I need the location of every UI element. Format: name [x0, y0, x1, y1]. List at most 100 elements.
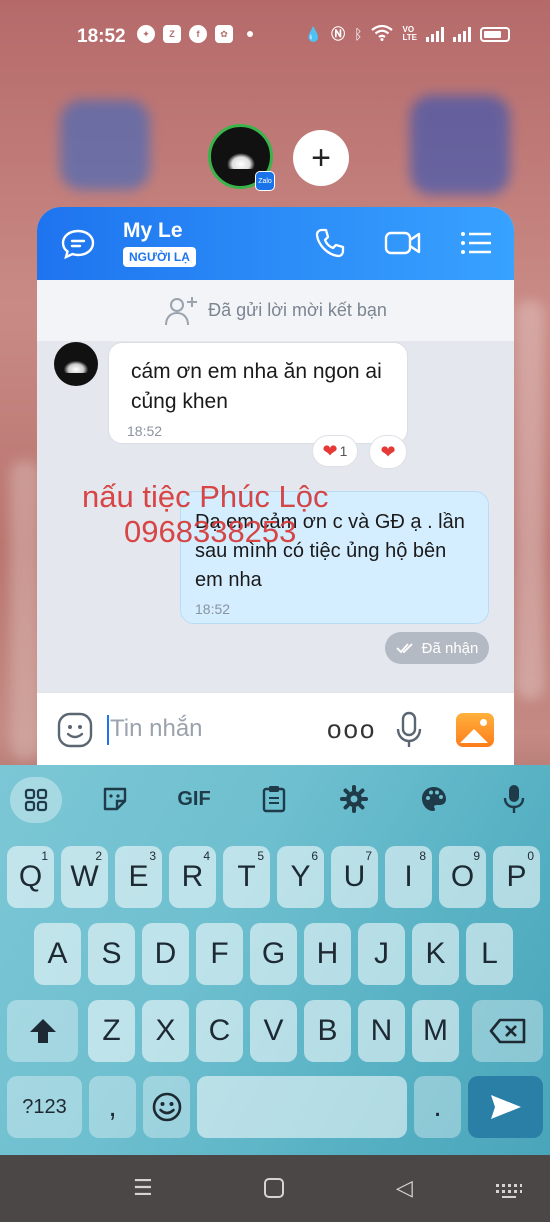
gif-button[interactable]: GIF	[172, 777, 216, 821]
photos-icon: ✿	[215, 25, 233, 43]
key-number-hint: 1	[41, 849, 48, 863]
key-number-hint: 7	[365, 849, 372, 863]
zalo-badge-icon: Zalo	[255, 171, 275, 191]
blurred-background-panel	[515, 300, 545, 700]
back-icon[interactable]: ◁	[396, 1175, 413, 1201]
key-x[interactable]: X	[142, 1000, 189, 1062]
key-r[interactable]: R4	[169, 846, 216, 908]
watermark-line: nấu tiệc Phúc Lộc	[82, 479, 329, 514]
more-options-icon[interactable]: ooo	[327, 716, 376, 742]
apps-grid-icon[interactable]	[10, 777, 62, 823]
keyboard: GIF Q1W2E3R4T5Y6U7I8O9P0 ASDFGHJKL ZXCVB…	[0, 765, 550, 1155]
key-y[interactable]: Y6	[277, 846, 324, 908]
key-label: R	[181, 860, 204, 893]
key-u[interactable]: U7	[331, 846, 378, 908]
key-w[interactable]: W2	[61, 846, 108, 908]
home-icon[interactable]	[263, 1177, 285, 1205]
keyboard-row-1: Q1W2E3R4T5Y6U7I8O9P0	[0, 846, 550, 908]
status-bar: 18:52 ✦ Z f ✿ 💧 Ⓝ ᛒ VO LTE	[0, 0, 550, 72]
key-e[interactable]: E3	[115, 846, 162, 908]
key-label: Y	[290, 860, 311, 893]
backspace-key[interactable]	[472, 1000, 543, 1062]
reaction-count[interactable]: ❤ 1	[312, 435, 358, 467]
reaction-count-label: 1	[339, 443, 348, 459]
space-bar[interactable]	[197, 1076, 407, 1138]
message-time: 18:52	[195, 601, 231, 617]
signal-icon	[426, 26, 444, 42]
key-label: P	[506, 860, 527, 893]
key-g[interactable]: G	[250, 923, 297, 985]
keyboard-row-3: ZXCVBNM	[0, 1000, 550, 1062]
key-number-hint: 8	[419, 849, 426, 863]
key-a[interactable]: A	[34, 923, 81, 985]
key-m[interactable]: M	[412, 1000, 459, 1062]
keyboard-row-4: ?123 , .	[0, 1076, 550, 1138]
chat-header: My Le NGƯỜI LẠ	[37, 207, 514, 280]
period-key[interactable]: .	[414, 1076, 461, 1138]
react-button[interactable]: ❤	[369, 435, 407, 469]
comma-key[interactable]: ,	[89, 1076, 136, 1138]
gallery-icon[interactable]	[456, 713, 494, 747]
key-b[interactable]: B	[304, 1000, 351, 1062]
data-saver-icon: 💧	[304, 25, 323, 42]
key-v[interactable]: V	[250, 1000, 297, 1062]
text-cursor	[107, 715, 109, 745]
notification-icons: ✦ Z f ✿	[137, 25, 253, 43]
add-friend-icon	[165, 296, 198, 325]
contact-name[interactable]: My Le	[123, 219, 183, 243]
key-number-hint: 3	[149, 849, 156, 863]
blurred-background-app	[410, 95, 510, 195]
key-h[interactable]: H	[304, 923, 351, 985]
shift-key[interactable]	[7, 1000, 78, 1062]
key-label: W	[70, 860, 99, 893]
emoji-key[interactable]	[143, 1076, 190, 1138]
message-input[interactable]: Tin nhắn	[110, 715, 203, 743]
message-text: cám ơn em nha ăn ngon ai củng khen	[131, 360, 382, 413]
send-key[interactable]	[468, 1076, 543, 1138]
keyboard-switch-icon[interactable]	[495, 1179, 523, 1205]
video-call-icon[interactable]	[384, 229, 422, 257]
contact-avatar[interactable]	[54, 342, 98, 386]
key-z[interactable]: Z	[88, 1000, 135, 1062]
menu-icon[interactable]	[460, 230, 492, 256]
microphone-icon[interactable]	[396, 711, 422, 749]
friend-request-text: Đã gửi lời mời kết bạn	[208, 300, 387, 320]
key-j[interactable]: J	[358, 923, 405, 985]
key-t[interactable]: T5	[223, 846, 270, 908]
keyboard-row-2: ASDFGHJKL	[0, 923, 550, 985]
key-i[interactable]: I8	[385, 846, 432, 908]
phone-call-icon[interactable]	[314, 227, 346, 259]
key-f[interactable]: F	[196, 923, 243, 985]
voice-input-icon[interactable]	[492, 777, 536, 821]
key-d[interactable]: D	[142, 923, 189, 985]
watermark-text: nấu tiệc Phúc Lộc 0968338253	[82, 479, 328, 549]
key-k[interactable]: K	[412, 923, 459, 985]
key-n[interactable]: N	[358, 1000, 405, 1062]
key-label: T	[237, 860, 256, 893]
key-label: O	[450, 860, 475, 893]
symbols-key[interactable]: ?123	[7, 1076, 82, 1138]
status-time: 18:52	[77, 26, 126, 47]
heart-icon: ❤	[322, 441, 338, 461]
add-bubble-button[interactable]: +	[293, 130, 349, 186]
key-q[interactable]: Q1	[7, 846, 54, 908]
key-l[interactable]: L	[466, 923, 513, 985]
key-number-hint: 0	[527, 849, 534, 863]
key-o[interactable]: O9	[439, 846, 486, 908]
key-number-hint: 5	[257, 849, 264, 863]
key-s[interactable]: S	[88, 923, 135, 985]
theme-palette-icon[interactable]	[412, 777, 456, 821]
system-navigation-bar: ☰ ◁	[0, 1155, 550, 1222]
sticker-icon[interactable]	[93, 777, 137, 821]
sticker-icon[interactable]	[57, 712, 93, 748]
clipboard-icon[interactable]	[252, 777, 296, 821]
chat-icon[interactable]	[61, 229, 95, 259]
friend-request-status: Đã gửi lời mời kết bạn	[37, 280, 514, 341]
system-icons: 💧 Ⓝ ᛒ VO LTE	[305, 24, 510, 44]
key-p[interactable]: P0	[493, 846, 540, 908]
incoming-message[interactable]: cám ơn em nha ăn ngon ai củng khen 18:52	[108, 342, 408, 444]
recent-apps-icon[interactable]: ☰	[133, 1175, 153, 1201]
settings-gear-icon[interactable]	[332, 777, 376, 821]
key-c[interactable]: C	[196, 1000, 243, 1062]
heart-icon: ❤	[380, 442, 396, 462]
